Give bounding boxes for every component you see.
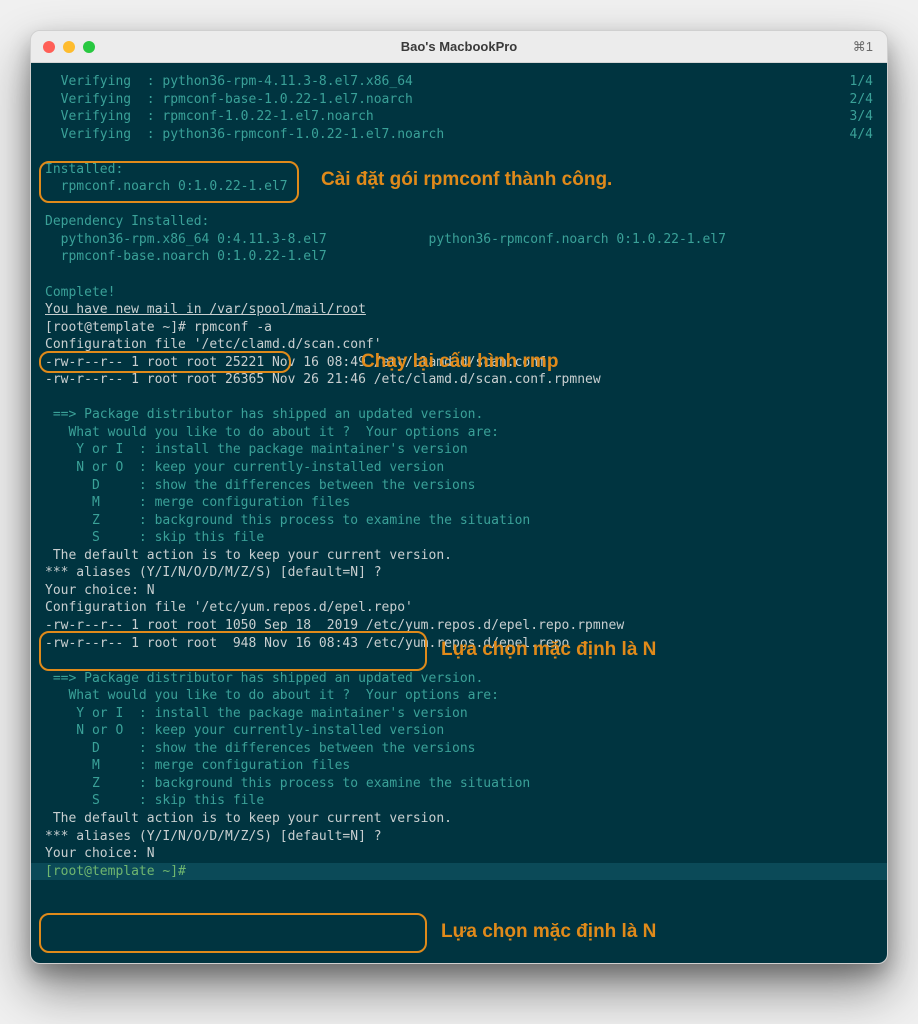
opt-z: Z : background this process to examine t… <box>31 775 887 793</box>
ls-line: -rw-r--r-- 1 root root 948 Nov 16 08:43 … <box>31 635 887 653</box>
verify-line: Verifying : rpmconf-1.0.22-1.el7.noarch 3… <box>31 108 887 126</box>
conf-file: Configuration file '/etc/yum.repos.d/epe… <box>31 599 887 617</box>
opt-s: S : skip this file <box>31 792 887 810</box>
traffic-lights <box>43 41 95 53</box>
count: 2/4 <box>850 91 873 109</box>
opt-d: D : show the differences between the ver… <box>31 477 887 495</box>
count: 1/4 <box>850 73 873 91</box>
dep-pkg-row: rpmconf-base.noarch 0:1.0.22-1.el7 <box>31 248 887 266</box>
conf-file: Configuration file '/etc/clamd.d/scan.co… <box>31 336 887 354</box>
zoom-icon[interactable] <box>83 41 95 53</box>
opt-m: M : merge configuration files <box>31 494 887 512</box>
blank <box>31 143 887 161</box>
verify-text: Verifying : python36-rpmconf-1.0.22-1.el… <box>61 127 445 142</box>
opt-d: D : show the differences between the ver… <box>31 740 887 758</box>
opt-y: Y or I : install the package maintainer'… <box>31 705 887 723</box>
titlebar[interactable]: Bao's MacbookPro ⌘1 <box>31 31 887 63</box>
aliases-prompt: *** aliases (Y/I/N/O/D/M/Z/S) [default=N… <box>31 564 887 582</box>
blank <box>31 389 887 407</box>
command: rpmconf -a <box>194 320 272 335</box>
verify-text: Verifying : rpmconf-base-1.0.22-1.el7.no… <box>61 92 413 107</box>
ls-line: -rw-r--r-- 1 root root 25221 Nov 16 08:4… <box>31 354 887 372</box>
opt-default: The default action is to keep your curre… <box>31 810 887 828</box>
opt-y: Y or I : install the package maintainer'… <box>31 441 887 459</box>
opt-m: M : merge configuration files <box>31 757 887 775</box>
mail-notice: You have new mail in /var/spool/mail/roo… <box>31 301 887 319</box>
opt-intro: ==> Package distributor has shipped an u… <box>31 406 887 424</box>
close-icon[interactable] <box>43 41 55 53</box>
verify-line: Verifying : python36-rpm-4.11.3-8.el7.x8… <box>31 73 887 91</box>
ls-line: -rw-r--r-- 1 root root 26365 Nov 26 21:4… <box>31 371 887 389</box>
dep-installed-header: Dependency Installed: <box>31 213 887 231</box>
final-prompt[interactable]: [root@template ~]# <box>31 863 887 881</box>
opt-s: S : skip this file <box>31 529 887 547</box>
installed-header: Installed: <box>31 161 887 179</box>
opt-default: The default action is to keep your curre… <box>31 547 887 565</box>
opt-z: Z : background this process to examine t… <box>31 512 887 530</box>
opt-intro: ==> Package distributor has shipped an u… <box>31 670 887 688</box>
prompt-text: [root@template ~]# <box>45 864 194 879</box>
prompt: [root@template ~]# <box>45 320 194 335</box>
opt-n: N or O : keep your currently-installed v… <box>31 459 887 477</box>
count: 3/4 <box>850 108 873 126</box>
dep-pkg: python36-rpmconf.noarch 0:1.0.22-1.el7 <box>429 232 726 247</box>
opt-intro: What would you like to do about it ? You… <box>31 687 887 705</box>
aliases-prompt: *** aliases (Y/I/N/O/D/M/Z/S) [default=N… <box>31 828 887 846</box>
blank <box>31 266 887 284</box>
count: 4/4 <box>850 126 873 144</box>
ls-line: -rw-r--r-- 1 root root 1050 Sep 18 2019 … <box>31 617 887 635</box>
verify-line: Verifying : rpmconf-base-1.0.22-1.el7.no… <box>31 91 887 109</box>
annotation-label-4: Lựa chọn mặc định là N <box>441 919 656 945</box>
window-title: Bao's MacbookPro <box>401 39 518 54</box>
verify-line: Verifying : python36-rpmconf-1.0.22-1.el… <box>31 126 887 144</box>
your-choice: Your choice: N <box>31 845 887 863</box>
window-shortcut: ⌘1 <box>853 39 873 55</box>
your-choice: Your choice: N <box>31 582 887 600</box>
terminal-window: Bao's MacbookPro ⌘1 Verifying : python36… <box>30 30 888 964</box>
opt-n: N or O : keep your currently-installed v… <box>31 722 887 740</box>
minimize-icon[interactable] <box>63 41 75 53</box>
command-line: [root@template ~]# rpmconf -a <box>31 319 887 337</box>
annotation-box-4 <box>39 913 427 953</box>
installed-pkg: rpmconf.noarch 0:1.0.22-1.el7 <box>31 178 887 196</box>
blank <box>31 196 887 214</box>
dep-pkg-row: python36-rpm.x86_64 0:4.11.3-8.el7 pytho… <box>31 231 887 249</box>
opt-intro: What would you like to do about it ? You… <box>31 424 887 442</box>
blank <box>31 652 887 670</box>
verify-text: Verifying : python36-rpm-4.11.3-8.el7.x8… <box>61 74 413 89</box>
terminal-body[interactable]: Verifying : python36-rpm-4.11.3-8.el7.x8… <box>31 63 887 963</box>
verify-text: Verifying : rpmconf-1.0.22-1.el7.noarch <box>61 109 374 124</box>
complete: Complete! <box>31 284 887 302</box>
dep-pkg: python36-rpm.x86_64 0:4.11.3-8.el7 <box>45 232 327 247</box>
